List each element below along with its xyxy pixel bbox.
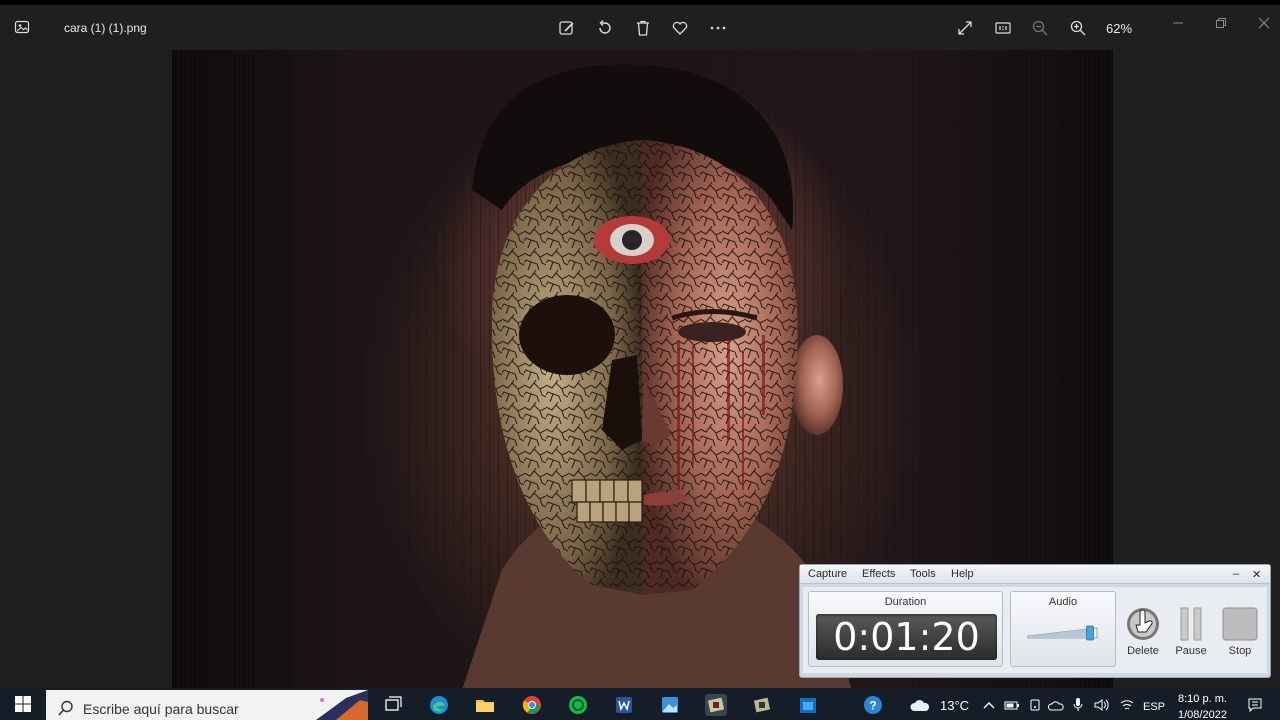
duration-display: 0:01:20	[816, 614, 997, 660]
photos-taskbar-icon[interactable]	[659, 694, 681, 716]
delete-label: Delete	[1127, 645, 1159, 657]
stop-control[interactable]: Stop	[1218, 605, 1262, 657]
recorder-app-icon[interactable]	[751, 694, 773, 716]
pause-icon[interactable]	[1169, 605, 1213, 641]
clock-time[interactable]: 8:10 p. m.	[1178, 693, 1227, 705]
taskbar-search-box[interactable]: Escribe aquí para buscar	[46, 690, 368, 720]
stop-label: Stop	[1228, 645, 1252, 657]
audio-label: Audio	[1048, 596, 1078, 608]
file-name: cara (1) (1).png	[64, 21, 147, 35]
green-app-icon[interactable]	[567, 694, 589, 716]
menu-capture[interactable]: Capture	[808, 568, 847, 580]
photos-app-icon	[14, 19, 30, 35]
actual-size-icon[interactable]	[992, 17, 1014, 39]
title-bar: cara (1) (1).png 62%	[0, 5, 1280, 50]
delete-icon[interactable]	[1121, 605, 1165, 641]
rotate-icon[interactable]	[594, 17, 616, 39]
windows-taskbar: Escribe aquí para buscar ? 13°C ESP 8:10…	[0, 688, 1280, 720]
recorder-menu-bar: Capture Effects Tools Help – ✕	[800, 565, 1270, 584]
restore-window-icon[interactable]	[1211, 13, 1231, 33]
audio-level-meter[interactable]	[1027, 622, 1103, 642]
favorite-heart-icon[interactable]	[669, 17, 691, 39]
volume-icon[interactable]	[1093, 698, 1109, 712]
task-view-icon[interactable]	[382, 694, 404, 716]
fullscreen-icon[interactable]	[954, 17, 976, 39]
stop-icon[interactable]	[1218, 605, 1262, 641]
store-app-icon[interactable]	[797, 694, 819, 716]
device-icon[interactable]	[1028, 698, 1042, 712]
zoom-in-icon[interactable]	[1067, 17, 1089, 39]
search-icon	[58, 700, 73, 716]
wifi-icon[interactable]	[1119, 698, 1135, 712]
chevron-up-icon[interactable]	[983, 700, 995, 710]
duration-panel: Duration 0:01:20	[808, 591, 1003, 667]
microphone-icon[interactable]	[1071, 697, 1085, 713]
help-app-icon[interactable]: ?	[862, 694, 884, 716]
pause-control[interactable]: Pause	[1169, 605, 1213, 657]
recorder-body: Duration 0:01:20 Audio Delete Pause Stop	[803, 587, 1267, 673]
audio-panel: Audio	[1010, 591, 1116, 667]
start-button[interactable]	[0, 688, 46, 720]
zoom-level[interactable]: 62%	[1106, 21, 1132, 36]
zoom-out-icon[interactable]	[1029, 17, 1051, 39]
edge-browser-icon[interactable]	[428, 694, 450, 716]
minimize-window-icon[interactable]	[1168, 13, 1188, 33]
menu-tools[interactable]: Tools	[910, 568, 936, 580]
recorder-minimize-button[interactable]: –	[1233, 568, 1239, 580]
close-window-icon[interactable]	[1254, 13, 1274, 33]
language-indicator[interactable]: ESP	[1143, 701, 1165, 713]
screen-recorder-widget[interactable]: Capture Effects Tools Help – ✕ Duration …	[799, 564, 1271, 678]
svg-text:?: ?	[869, 699, 876, 713]
chrome-browser-icon[interactable]	[521, 694, 543, 716]
menu-effects[interactable]: Effects	[862, 568, 895, 580]
edit-image-icon[interactable]	[556, 17, 578, 39]
battery-icon[interactable]	[1004, 698, 1020, 712]
delete-icon[interactable]	[632, 17, 654, 39]
recorder-close-button[interactable]: ✕	[1252, 568, 1261, 581]
weather-cloud-icon[interactable]	[909, 695, 931, 717]
search-placeholder: Escribe aquí para buscar	[83, 701, 239, 717]
menu-help[interactable]: Help	[951, 568, 974, 580]
duration-label: Duration	[884, 596, 927, 608]
cloud-sync-icon[interactable]	[1047, 698, 1065, 712]
pause-label: Pause	[1175, 645, 1207, 657]
delete-control[interactable]: Delete	[1121, 605, 1165, 657]
more-options-icon[interactable]	[707, 17, 729, 39]
windows-logo-icon	[15, 696, 31, 712]
notifications-icon[interactable]	[1247, 697, 1263, 712]
file-explorer-icon[interactable]	[474, 694, 496, 716]
clock-date[interactable]: 1/08/2022	[1178, 709, 1227, 720]
search-highlight-art-icon	[316, 690, 368, 720]
photos-app-window: cara (1) (1).png 62% Capture Effects Too…	[0, 5, 1280, 688]
temperature-text[interactable]: 13°C	[940, 698, 969, 713]
word-app-icon[interactable]	[613, 694, 635, 716]
active-app-icon[interactable]	[705, 694, 727, 716]
